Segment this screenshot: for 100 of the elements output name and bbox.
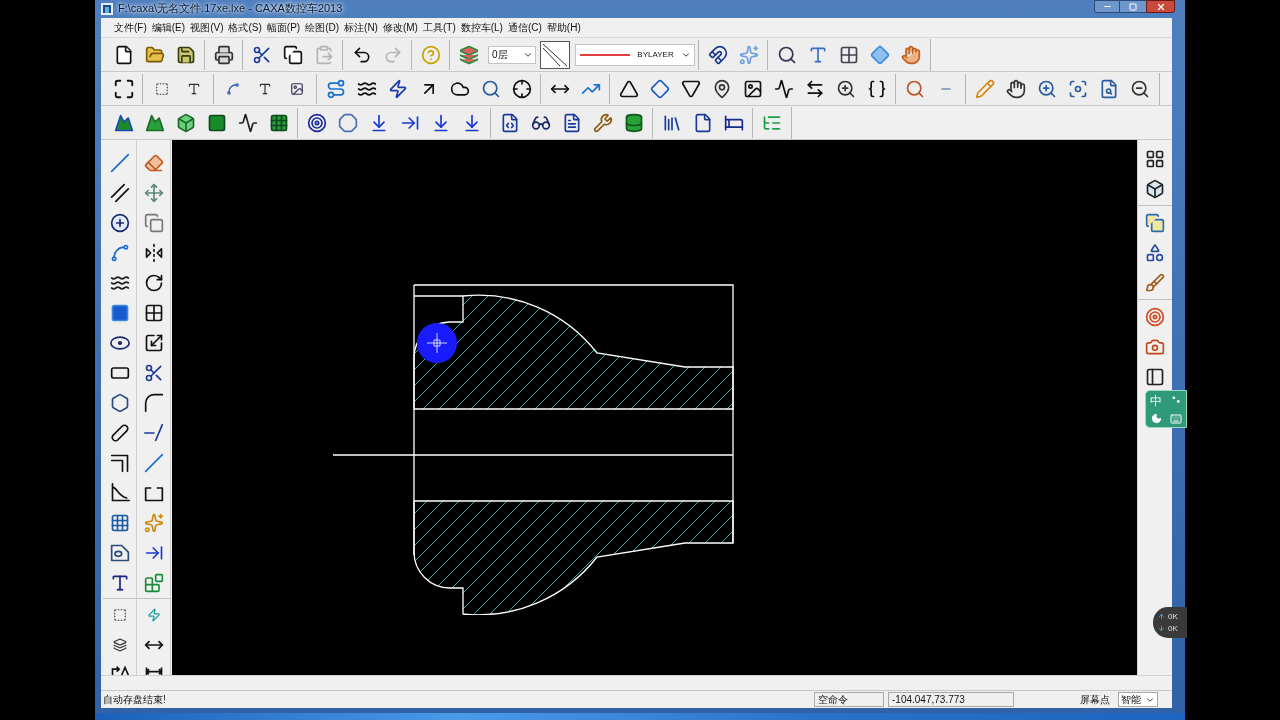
spline-icon[interactable] bbox=[110, 243, 130, 263]
axes-curve-icon[interactable] bbox=[110, 483, 130, 503]
undo-icon[interactable] bbox=[351, 44, 372, 65]
hexagon-icon[interactable] bbox=[110, 393, 130, 413]
text-icon[interactable] bbox=[258, 81, 272, 96]
focus-icon[interactable] bbox=[1067, 78, 1088, 99]
menu-item[interactable]: 编辑(E) bbox=[150, 21, 187, 34]
spline-icon[interactable] bbox=[226, 81, 240, 96]
zoom-in-icon[interactable] bbox=[1036, 78, 1057, 99]
pulse-line-icon[interactable] bbox=[773, 78, 794, 99]
magnet-icon[interactable] bbox=[707, 44, 728, 65]
text-tool-icon[interactable] bbox=[110, 573, 130, 593]
move-icon[interactable] bbox=[144, 183, 164, 203]
wrench-icon[interactable] bbox=[592, 112, 613, 133]
zoom-in-icon[interactable] bbox=[835, 78, 856, 99]
target-icon[interactable] bbox=[306, 112, 327, 133]
dashed-square-icon[interactable] bbox=[155, 81, 169, 96]
status-message: 自动存盘结束! bbox=[102, 693, 167, 707]
menu-item[interactable]: 工具(T) bbox=[421, 21, 457, 34]
menu-item[interactable]: 幅面(P) bbox=[265, 21, 302, 34]
square-icon[interactable] bbox=[206, 112, 227, 133]
minimize-button[interactable] bbox=[1094, 0, 1120, 13]
rotate-icon[interactable] bbox=[144, 273, 164, 293]
menu-item[interactable]: 帮助(H) bbox=[545, 21, 582, 34]
eraser-icon[interactable] bbox=[144, 153, 164, 173]
triangle-icon[interactable] bbox=[618, 78, 639, 99]
inverted-triangle-icon[interactable] bbox=[680, 78, 701, 99]
crosshair-icon[interactable] bbox=[511, 78, 532, 99]
expand-icon[interactable] bbox=[112, 77, 135, 100]
dots-icon[interactable] bbox=[1171, 396, 1181, 405]
grid-icon[interactable] bbox=[838, 44, 859, 65]
octagon-icon[interactable] bbox=[337, 112, 358, 133]
search-icon[interactable] bbox=[480, 78, 501, 99]
cube-icon[interactable] bbox=[1145, 179, 1165, 199]
scissors-icon[interactable] bbox=[251, 44, 272, 65]
rounded-corner-icon[interactable] bbox=[144, 393, 164, 413]
moon-icon[interactable] bbox=[1150, 413, 1162, 424]
diagonal-line-icon[interactable] bbox=[144, 453, 164, 473]
diamond-icon[interactable] bbox=[649, 78, 670, 99]
route-icon[interactable] bbox=[325, 78, 346, 99]
nested-corners-icon[interactable] bbox=[110, 453, 130, 473]
keyboard-icon[interactable] bbox=[1170, 412, 1182, 425]
snap-mode-select[interactable]: 智能 bbox=[1118, 692, 1158, 707]
line-icon[interactable] bbox=[110, 153, 130, 173]
circle-plus-icon[interactable] bbox=[110, 213, 130, 233]
scissors-icon[interactable] bbox=[144, 363, 164, 383]
menu-item[interactable]: 通信(C) bbox=[506, 21, 543, 34]
image-icon[interactable] bbox=[290, 81, 304, 96]
copy-icon[interactable] bbox=[282, 44, 303, 65]
dashed-square-icon[interactable] bbox=[113, 608, 127, 622]
mountain-icon[interactable] bbox=[144, 112, 165, 133]
lightning-icon[interactable] bbox=[387, 78, 408, 99]
printer-icon[interactable] bbox=[213, 44, 234, 65]
menu-item[interactable]: 视图(V) bbox=[189, 21, 225, 34]
hand-icon[interactable] bbox=[1005, 78, 1026, 99]
wave-icon[interactable] bbox=[110, 273, 130, 293]
mirror-icon[interactable] bbox=[144, 243, 164, 263]
brush-icon[interactable] bbox=[1145, 273, 1165, 293]
double-arrow-icon[interactable] bbox=[144, 665, 164, 675]
corner-arrow-icon[interactable] bbox=[110, 665, 130, 675]
close-button[interactable] bbox=[1146, 0, 1175, 13]
shapes-icon[interactable] bbox=[1145, 243, 1165, 263]
layout-grid-icon[interactable] bbox=[1145, 149, 1165, 169]
scale-icon[interactable] bbox=[144, 333, 164, 353]
image-icon[interactable] bbox=[742, 78, 763, 99]
grid-icon[interactable] bbox=[268, 112, 289, 133]
menu-item[interactable]: 文件(F) bbox=[113, 21, 148, 34]
zoom-out-icon[interactable] bbox=[1129, 78, 1150, 99]
slot-icon[interactable] bbox=[110, 423, 130, 443]
parallel-lines-icon[interactable] bbox=[110, 183, 130, 203]
diamond-icon[interactable] bbox=[869, 44, 890, 65]
menu-item[interactable]: 绘图(D) bbox=[304, 21, 341, 34]
mountain-icon[interactable] bbox=[113, 112, 134, 133]
open-folder-icon[interactable] bbox=[144, 44, 165, 65]
panel-icon[interactable] bbox=[1145, 367, 1165, 387]
camera-icon[interactable] bbox=[1145, 337, 1165, 357]
menu-item[interactable]: 格式(S) bbox=[227, 21, 263, 34]
braces-icon[interactable] bbox=[866, 78, 887, 99]
blocks-icon[interactable] bbox=[144, 573, 164, 593]
layer-select[interactable]: 0层 bbox=[488, 45, 536, 64]
menu-item[interactable]: 修改(M) bbox=[381, 21, 419, 34]
text-icon[interactable] bbox=[187, 81, 201, 96]
maximize-button[interactable] bbox=[1120, 0, 1146, 13]
line-style-icon[interactable] bbox=[540, 40, 570, 69]
grid-icon[interactable] bbox=[144, 303, 164, 323]
hatch-grid-icon[interactable] bbox=[110, 513, 130, 533]
search-icon[interactable] bbox=[776, 44, 797, 65]
region-icon[interactable] bbox=[110, 543, 130, 563]
line-extend-icon[interactable] bbox=[144, 423, 164, 443]
save-icon[interactable] bbox=[175, 44, 196, 65]
arrow-right-to-line-icon[interactable] bbox=[144, 543, 164, 563]
menu-item[interactable]: 标注(N) bbox=[343, 21, 379, 34]
ellipse-icon[interactable] bbox=[110, 333, 130, 353]
layers-icon[interactable] bbox=[113, 638, 127, 652]
close-icon bbox=[1155, 1, 1166, 12]
square-icon[interactable] bbox=[110, 303, 130, 323]
database-icon[interactable] bbox=[623, 112, 644, 133]
pulse-line-icon[interactable] bbox=[237, 112, 258, 133]
menu-item[interactable]: 数控车(L) bbox=[459, 21, 504, 34]
color-select[interactable]: BYLAYER bbox=[575, 43, 695, 66]
